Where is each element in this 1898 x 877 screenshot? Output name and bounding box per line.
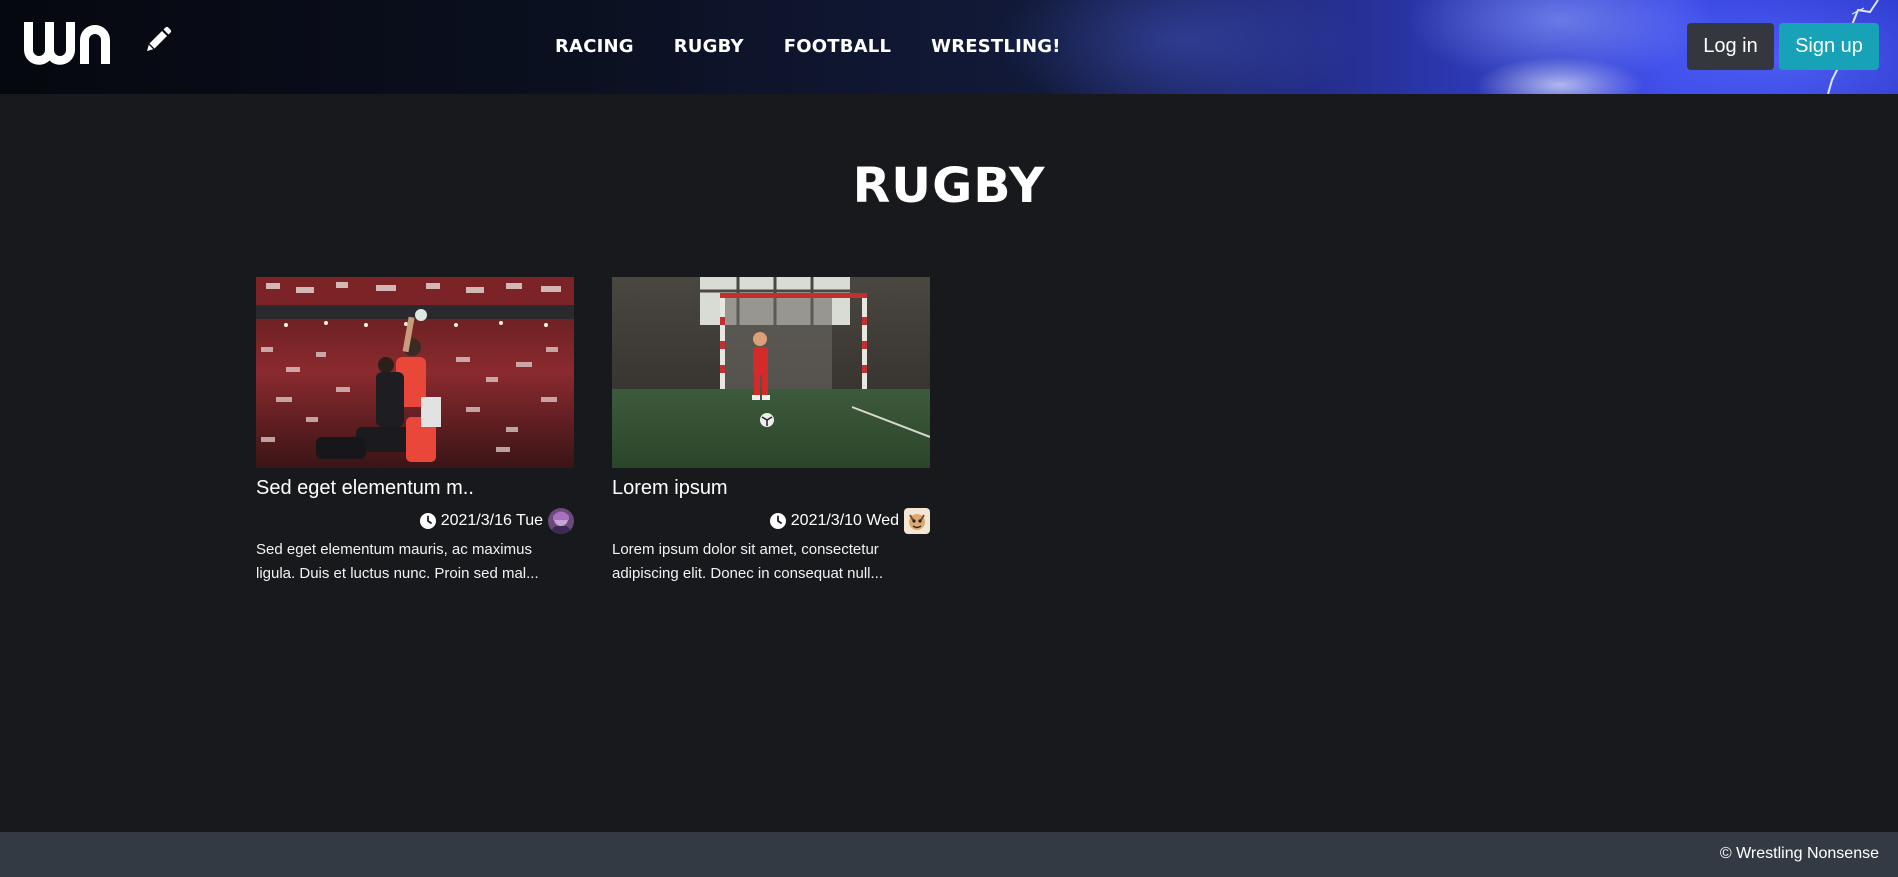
author-avatar[interactable] xyxy=(548,508,574,534)
article-title[interactable]: Lorem ipsum xyxy=(612,476,930,500)
article-card: Lorem ipsum 2021/3/10 Wed Lorem ipsum do… xyxy=(612,277,930,586)
nav-item-racing[interactable]: RACING xyxy=(555,36,634,58)
article-card: Sed eget elementum m.. 2021/3/16 Tue Sed… xyxy=(256,277,574,586)
login-button[interactable]: Log in xyxy=(1687,23,1774,70)
article-date: 2021/3/10 Wed xyxy=(790,512,899,529)
page-title: RUGBY xyxy=(852,158,1046,214)
site-footer: © Wrestling Nonsense xyxy=(0,832,1898,877)
article-thumbnail-rugby-lineout[interactable] xyxy=(256,277,574,468)
clock-icon xyxy=(769,513,786,529)
article-date: 2021/3/16 Tue xyxy=(440,512,543,529)
article-excerpt: Lorem ipsum dolor sit amet, consectetur … xyxy=(612,541,883,582)
footer-copyright: © Wrestling Nonsense xyxy=(1719,845,1879,862)
article-meta: 2021/3/16 Tue xyxy=(256,507,574,535)
article-excerpt: Sed eget elementum mauris, ac maximus li… xyxy=(256,541,539,582)
site-header: RACING RUGBY FOOTBALL WRESTLING! Log in … xyxy=(0,0,1898,94)
wn-logo-icon xyxy=(24,22,110,65)
main-nav: RACING RUGBY FOOTBALL WRESTLING! xyxy=(555,36,1101,58)
pencil-icon[interactable] xyxy=(142,26,172,56)
nav-item-wrestling[interactable]: WRESTLING! xyxy=(931,36,1060,58)
nav-item-rugby[interactable]: RUGBY xyxy=(674,36,744,58)
clock-icon xyxy=(419,513,436,529)
site-logo[interactable] xyxy=(22,18,118,68)
signup-button[interactable]: Sign up xyxy=(1779,23,1879,70)
article-meta: 2021/3/10 Wed xyxy=(612,507,930,535)
article-thumbnail-kid-football[interactable] xyxy=(612,277,930,468)
nav-item-football[interactable]: FOOTBALL xyxy=(784,36,891,58)
article-title[interactable]: Sed eget elementum m.. xyxy=(256,476,574,500)
author-avatar[interactable] xyxy=(904,508,930,534)
